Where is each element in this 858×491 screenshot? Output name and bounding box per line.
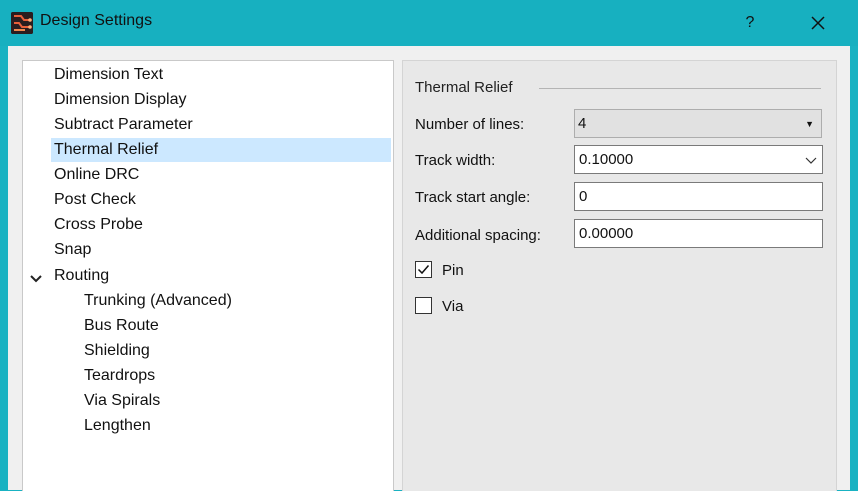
track-width-combo[interactable]: 0.10000 — [574, 145, 823, 174]
number-of-lines-select[interactable]: 4 ▼ — [574, 109, 822, 138]
tree-item-online-drc[interactable]: Online DRC — [54, 163, 139, 187]
pin-checkbox[interactable] — [415, 261, 432, 278]
pin-label[interactable]: Pin — [442, 262, 464, 279]
tree-item-dimension-text[interactable]: Dimension Text — [54, 63, 163, 87]
tree-item-routing[interactable]: Routing — [54, 264, 109, 288]
additional-spacing-input[interactable]: 0.00000 — [574, 219, 823, 248]
checkmark-icon — [417, 265, 430, 275]
tree-item-lengthen[interactable]: Lengthen — [84, 414, 151, 438]
window-title: Design Settings — [40, 12, 153, 29]
close-button[interactable] — [804, 9, 832, 37]
settings-tree[interactable]: Dimension Text Dimension Display Subtrac… — [22, 60, 394, 491]
track-start-angle-input[interactable]: 0 — [574, 182, 823, 211]
dropdown-arrow-icon: ▼ — [805, 119, 814, 129]
group-divider — [539, 88, 821, 89]
via-checkbox[interactable] — [415, 297, 432, 314]
tree-item-cross-probe[interactable]: Cross Probe — [54, 213, 143, 237]
app-icon — [11, 12, 33, 34]
tree-item-via-spirals[interactable]: Via Spirals — [84, 389, 160, 413]
tree-item-teardrops[interactable]: Teardrops — [84, 364, 155, 388]
chevron-down-icon[interactable] — [805, 153, 817, 170]
track-width-value: 0.10000 — [579, 151, 634, 168]
track-start-angle-label: Track start angle: — [415, 189, 531, 206]
help-button[interactable]: ? — [738, 9, 762, 37]
tree-item-thermal-relief[interactable]: Thermal Relief — [51, 138, 391, 162]
additional-spacing-label: Additional spacing: — [415, 227, 541, 244]
title-bar: Design Settings ? — [0, 0, 858, 46]
tree-item-post-check[interactable]: Post Check — [54, 188, 136, 212]
tree-item-snap[interactable]: Snap — [54, 238, 91, 262]
thermal-relief-panel: Thermal Relief Number of lines: 4 ▼ Trac… — [402, 60, 837, 491]
tree-item-dimension-display[interactable]: Dimension Display — [54, 88, 187, 112]
tree-item-subtract-parameter[interactable]: Subtract Parameter — [54, 113, 193, 137]
number-of-lines-value: 4 — [578, 115, 587, 132]
track-width-label: Track width: — [415, 152, 496, 169]
group-title: Thermal Relief — [415, 79, 513, 96]
number-of-lines-label: Number of lines: — [415, 116, 525, 133]
via-label[interactable]: Via — [442, 298, 463, 315]
additional-spacing-value: 0.00000 — [579, 225, 634, 242]
track-start-angle-value: 0 — [579, 188, 588, 205]
close-icon — [811, 16, 825, 30]
tree-item-shielding[interactable]: Shielding — [84, 339, 150, 363]
chevron-down-icon[interactable] — [30, 271, 42, 283]
tree-item-bus-route[interactable]: Bus Route — [84, 314, 159, 338]
tree-item-trunking-advanced[interactable]: Trunking (Advanced) — [84, 289, 232, 313]
